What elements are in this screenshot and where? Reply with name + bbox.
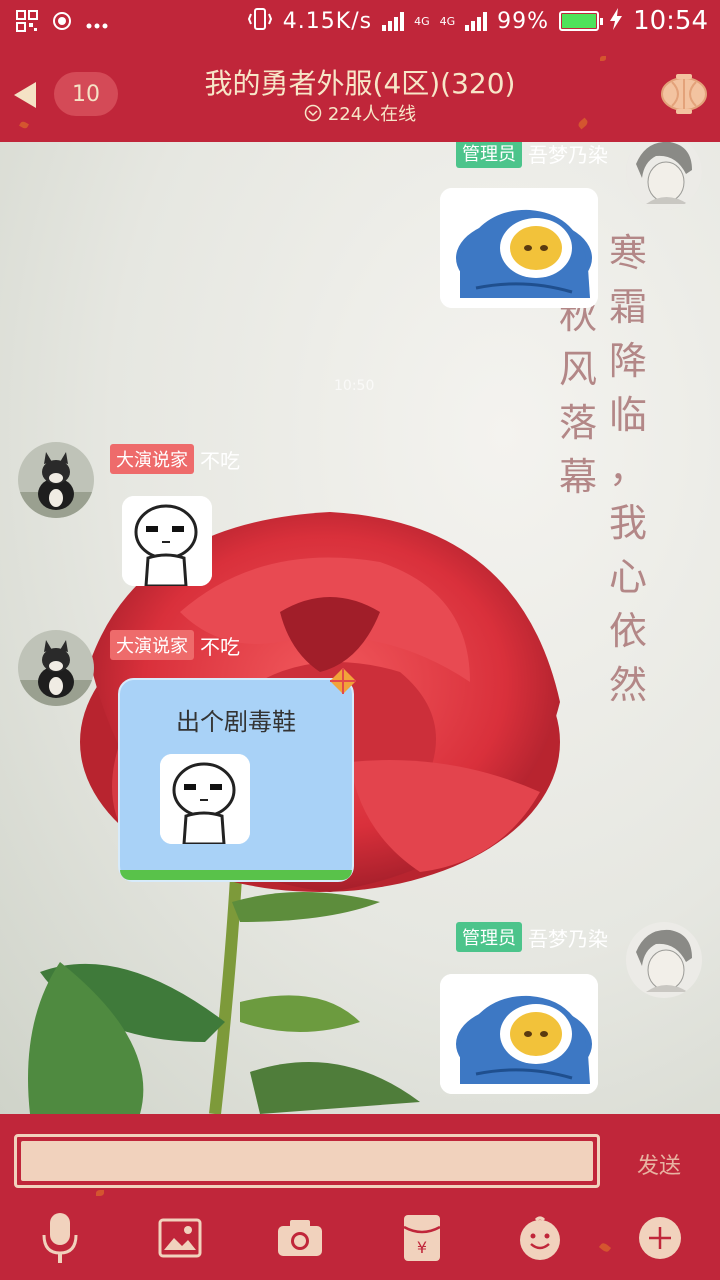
inline-sticker — [160, 754, 250, 844]
poem-char: 风 — [558, 347, 597, 391]
time-divider: 10:50 — [334, 378, 375, 394]
message-sender-line: 大演说家 不吃 — [110, 444, 240, 474]
message-text: 出个剧毒鞋 — [176, 708, 296, 736]
camera-icon — [278, 1220, 322, 1256]
red-packet-icon: ¥ — [403, 1215, 441, 1261]
battery-percent: 99% — [497, 8, 550, 34]
message-input[interactable] — [21, 1141, 593, 1181]
emoji-icon — [520, 1216, 560, 1260]
admin-tag: 管理员 — [456, 922, 522, 952]
online-count: 224人在线 — [327, 104, 417, 125]
more-button[interactable] — [630, 1210, 690, 1266]
poem-char: 心 — [608, 555, 647, 599]
sender-name[interactable]: 吾梦乃染 — [528, 142, 608, 168]
avatar-shiba[interactable] — [18, 630, 94, 706]
petal-decoration — [598, 1241, 612, 1254]
image-button[interactable] — [150, 1210, 210, 1266]
network-type-1: 4G — [414, 14, 430, 28]
microphone-icon — [42, 1213, 78, 1263]
clock: 10:54 — [633, 6, 708, 36]
message-sender-line: 管理员 吾梦乃染 — [456, 142, 608, 168]
sleepy-blanket-sticker-icon — [440, 188, 598, 308]
svg-text:¥: ¥ — [417, 1238, 427, 1257]
input-bar: 发送 ¥ — [0, 1114, 720, 1280]
vibrate-icon — [247, 7, 273, 35]
charging-icon — [609, 8, 623, 34]
poem-char: ， — [608, 447, 647, 491]
sticker-message[interactable] — [122, 496, 212, 586]
kite-icon — [330, 668, 356, 694]
plus-icon — [639, 1217, 681, 1259]
sender-name[interactable]: 不吃 — [200, 631, 240, 660]
admin-tag: 管理员 — [456, 142, 522, 168]
signal-icon-2 — [465, 11, 488, 31]
record-icon — [52, 11, 72, 35]
poem-char: 霜 — [608, 285, 647, 329]
image-icon — [158, 1218, 202, 1258]
poem-char: 幕 — [558, 455, 597, 499]
petal-decoration — [600, 56, 606, 61]
group-info-lantern-icon[interactable] — [658, 72, 710, 116]
poem-char: 我 — [608, 501, 647, 545]
blank-face-sticker-icon — [122, 496, 212, 586]
chat-area[interactable]: 10:50 寒 霜 降 临 ， 我 心 依 然 秋 风 落 幕 管理员 吾梦乃染… — [0, 142, 720, 1114]
sleepy-blanket-sticker-icon — [440, 974, 598, 1094]
message-input-frame — [14, 1134, 600, 1188]
avatar-admin[interactable] — [626, 922, 702, 998]
text-message-bubble[interactable]: 出个剧毒鞋 — [118, 668, 356, 882]
avatar-shiba[interactable] — [18, 442, 94, 518]
bubble-grass-decoration — [120, 870, 352, 880]
online-status[interactable]: 224人在线 — [0, 100, 720, 126]
voice-button[interactable] — [30, 1210, 90, 1266]
title-tag: 大演说家 — [110, 444, 194, 474]
blank-face-sticker-icon — [160, 754, 250, 844]
send-button[interactable]: 发送 — [616, 1148, 702, 1180]
message-sender-line: 大演说家 不吃 — [110, 630, 240, 660]
signal-icon-1 — [382, 11, 405, 31]
status-bar: 4.15K/s 4G 4G 99% 10:54 — [0, 0, 720, 48]
chevron-down-icon — [304, 104, 322, 122]
message-sender-line: 管理员 吾梦乃染 — [456, 922, 608, 952]
poem-char: 降 — [608, 339, 647, 383]
network-type-2: 4G — [439, 14, 456, 28]
camera-button[interactable] — [270, 1210, 330, 1266]
poem-char: 临 — [608, 393, 647, 437]
more-dots-icon — [86, 14, 108, 33]
sender-name[interactable]: 吾梦乃染 — [528, 923, 608, 952]
emoji-button[interactable] — [510, 1210, 570, 1266]
red-packet-button[interactable]: ¥ — [392, 1210, 452, 1266]
sticker-message[interactable] — [440, 188, 598, 308]
sticker-message[interactable] — [440, 974, 598, 1094]
battery-icon — [559, 11, 604, 31]
title-tag: 大演说家 — [110, 630, 194, 660]
poem-char: 依 — [608, 609, 647, 653]
poem-column-right: 寒 霜 降 临 ， 我 心 依 然 — [606, 226, 650, 712]
poem-column-left: 秋 风 落 幕 — [556, 288, 600, 504]
qr-icon — [16, 10, 38, 36]
poem-char: 落 — [558, 401, 597, 445]
poem-char: 然 — [608, 663, 647, 707]
poem-char: 寒 — [608, 231, 647, 275]
chat-title[interactable]: 我的勇者外服(4区)(320) — [0, 62, 720, 102]
title-bar: 10 我的勇者外服(4区)(320) 224人在线 — [0, 48, 720, 142]
network-speed: 4.15K/s — [282, 8, 373, 34]
petal-decoration — [96, 1190, 104, 1196]
sender-name[interactable]: 不吃 — [200, 445, 240, 474]
